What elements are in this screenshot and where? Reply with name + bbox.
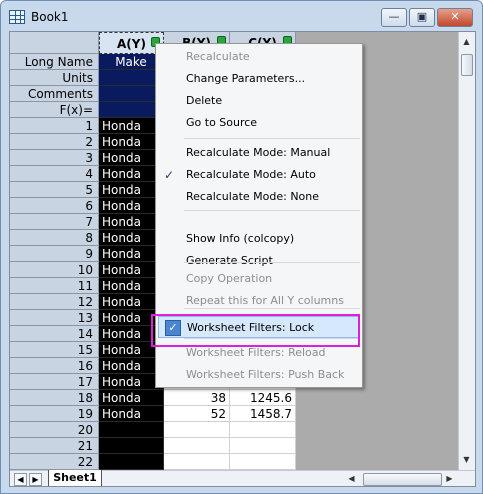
menu-item-label: Worksheet Filters: Push Back xyxy=(186,368,345,381)
row-header[interactable]: 9 xyxy=(10,246,99,262)
menu-item-label: Go to Source xyxy=(186,116,258,129)
meta-row-header[interactable]: Comments xyxy=(10,86,99,102)
menu-item-label: Show Info (colcopy) xyxy=(186,232,295,245)
table-cell[interactable]: 1458.7 xyxy=(230,406,296,422)
row-header[interactable]: 14 xyxy=(10,326,99,342)
table-cell[interactable]: 38 xyxy=(164,390,230,406)
menu-item-copy-operation[interactable]: Copy Operation xyxy=(158,268,360,290)
row-header[interactable]: 18 xyxy=(10,390,99,406)
table-cell[interactable] xyxy=(164,438,230,454)
workbook-window: Book1 — ▣ ✕ A(Y) B(Y) C(Y) Long NameMake… xyxy=(0,0,483,494)
menu-item-label: Change Parameters... xyxy=(186,72,306,85)
menu-separator xyxy=(184,210,360,211)
table-cell[interactable] xyxy=(164,422,230,438)
scroll-up-icon[interactable]: ▲ xyxy=(459,34,474,50)
meta-row-header[interactable]: Units xyxy=(10,70,99,86)
menu-item-label: Recalculate Mode: Auto xyxy=(186,168,316,181)
row-header[interactable]: 5 xyxy=(10,182,99,198)
row-header[interactable]: 8 xyxy=(10,230,99,246)
row-header[interactable]: 16 xyxy=(10,358,99,374)
row-header[interactable]: 17 xyxy=(10,374,99,390)
sheet-bar: ◀ ▶ Sheet1 ◀ ▶ xyxy=(10,470,475,486)
horizontal-scroll-thumb[interactable] xyxy=(363,473,442,486)
row-header[interactable]: 7 xyxy=(10,214,99,230)
scroll-left-icon[interactable]: ◀ xyxy=(344,471,359,486)
menu-item-worksheet-filters-push-back[interactable]: Worksheet Filters: Push Back xyxy=(158,364,360,386)
row-header[interactable]: 19 xyxy=(10,406,99,422)
vertical-scroll-thumb[interactable] xyxy=(461,54,473,76)
menu-item-go-to-source[interactable]: Go to Source xyxy=(158,112,360,134)
workbook-icon xyxy=(9,10,25,24)
minimize-button[interactable]: — xyxy=(381,8,407,27)
table-cell[interactable]: 1245.6 xyxy=(230,390,296,406)
row-header[interactable]: 20 xyxy=(10,422,99,438)
table-cell[interactable]: Honda xyxy=(99,406,164,422)
window-title: Book1 xyxy=(31,10,69,24)
table-cell[interactable] xyxy=(164,454,230,470)
row-header[interactable]: 1 xyxy=(10,118,99,134)
menu-item-recalculate-mode-manual[interactable]: Recalculate Mode: Manual xyxy=(158,142,360,164)
checkmark-icon: ✓ xyxy=(164,168,175,182)
column-header-label: A(Y) xyxy=(117,37,146,51)
table-cell[interactable] xyxy=(99,454,164,470)
meta-row-header[interactable]: Long Name xyxy=(10,54,99,70)
row-header[interactable]: 10 xyxy=(10,262,99,278)
row-header[interactable]: 15 xyxy=(10,342,99,358)
meta-row-header[interactable]: F(x)= xyxy=(10,102,99,118)
menu-separator xyxy=(184,308,360,309)
menu-item-label: Recalculate Mode: Manual xyxy=(186,146,331,159)
row-header[interactable]: 4 xyxy=(10,166,99,182)
menu-item-label: Delete xyxy=(186,94,223,107)
row-header[interactable]: 2 xyxy=(10,134,99,150)
menu-item-label: Generate Script xyxy=(186,254,273,267)
row-header[interactable]: 13 xyxy=(10,310,99,326)
row-header[interactable]: 12 xyxy=(10,294,99,310)
menu-item-label: Copy Operation xyxy=(186,272,273,285)
table-cell[interactable] xyxy=(99,438,164,454)
row-header[interactable]: 11 xyxy=(10,278,99,294)
row-header[interactable]: 21 xyxy=(10,438,99,454)
row-header[interactable]: 22 xyxy=(10,454,99,470)
table-cell[interactable] xyxy=(99,422,164,438)
menu-item-label: Recalculate xyxy=(186,50,250,63)
scroll-down-icon[interactable]: ▼ xyxy=(459,452,474,468)
menu-item-change-parameters[interactable]: Change Parameters... xyxy=(158,68,360,90)
menu-separator xyxy=(184,138,360,139)
menu-separator xyxy=(184,262,360,263)
menu-item-recalculate-mode-none[interactable]: Recalculate Mode: None xyxy=(158,186,360,208)
row-header[interactable]: 3 xyxy=(10,150,99,166)
menu-item-recalculate-mode-auto[interactable]: ✓ Recalculate Mode: Auto xyxy=(158,164,360,186)
table-cell[interactable] xyxy=(230,438,296,454)
sheet-prev-icon[interactable]: ◀ xyxy=(14,473,27,486)
menu-item-label: Recalculate Mode: None xyxy=(186,190,320,203)
table-cell[interactable]: Honda xyxy=(99,390,164,406)
table-cell[interactable] xyxy=(230,454,296,470)
row-header[interactable]: 6 xyxy=(10,198,99,214)
vertical-scrollbar[interactable]: ▲ ▼ xyxy=(458,32,475,470)
menu-item-label: Repeat this for All Y columns xyxy=(186,294,344,307)
menu-item-label: Worksheet Filters: Reload xyxy=(186,346,326,359)
sheet-corner[interactable] xyxy=(10,32,99,54)
highlight-frame xyxy=(151,314,360,347)
menu-item-delete[interactable]: Delete xyxy=(158,90,360,112)
table-cell[interactable]: 52 xyxy=(164,406,230,422)
close-button[interactable]: ✕ xyxy=(437,8,473,27)
scroll-right-icon[interactable]: ▶ xyxy=(442,471,457,486)
maximize-button[interactable]: ▣ xyxy=(409,8,435,27)
menu-item-show-info-colcopy[interactable]: Show Info (colcopy) xyxy=(158,228,360,250)
sheet-next-icon[interactable]: ▶ xyxy=(29,473,42,486)
table-cell[interactable] xyxy=(230,422,296,438)
menu-item-recalculate[interactable]: Recalculate xyxy=(158,46,360,68)
sheet-tab[interactable]: Sheet1 xyxy=(48,470,102,486)
title-bar[interactable]: Book1 — ▣ ✕ xyxy=(1,1,482,31)
